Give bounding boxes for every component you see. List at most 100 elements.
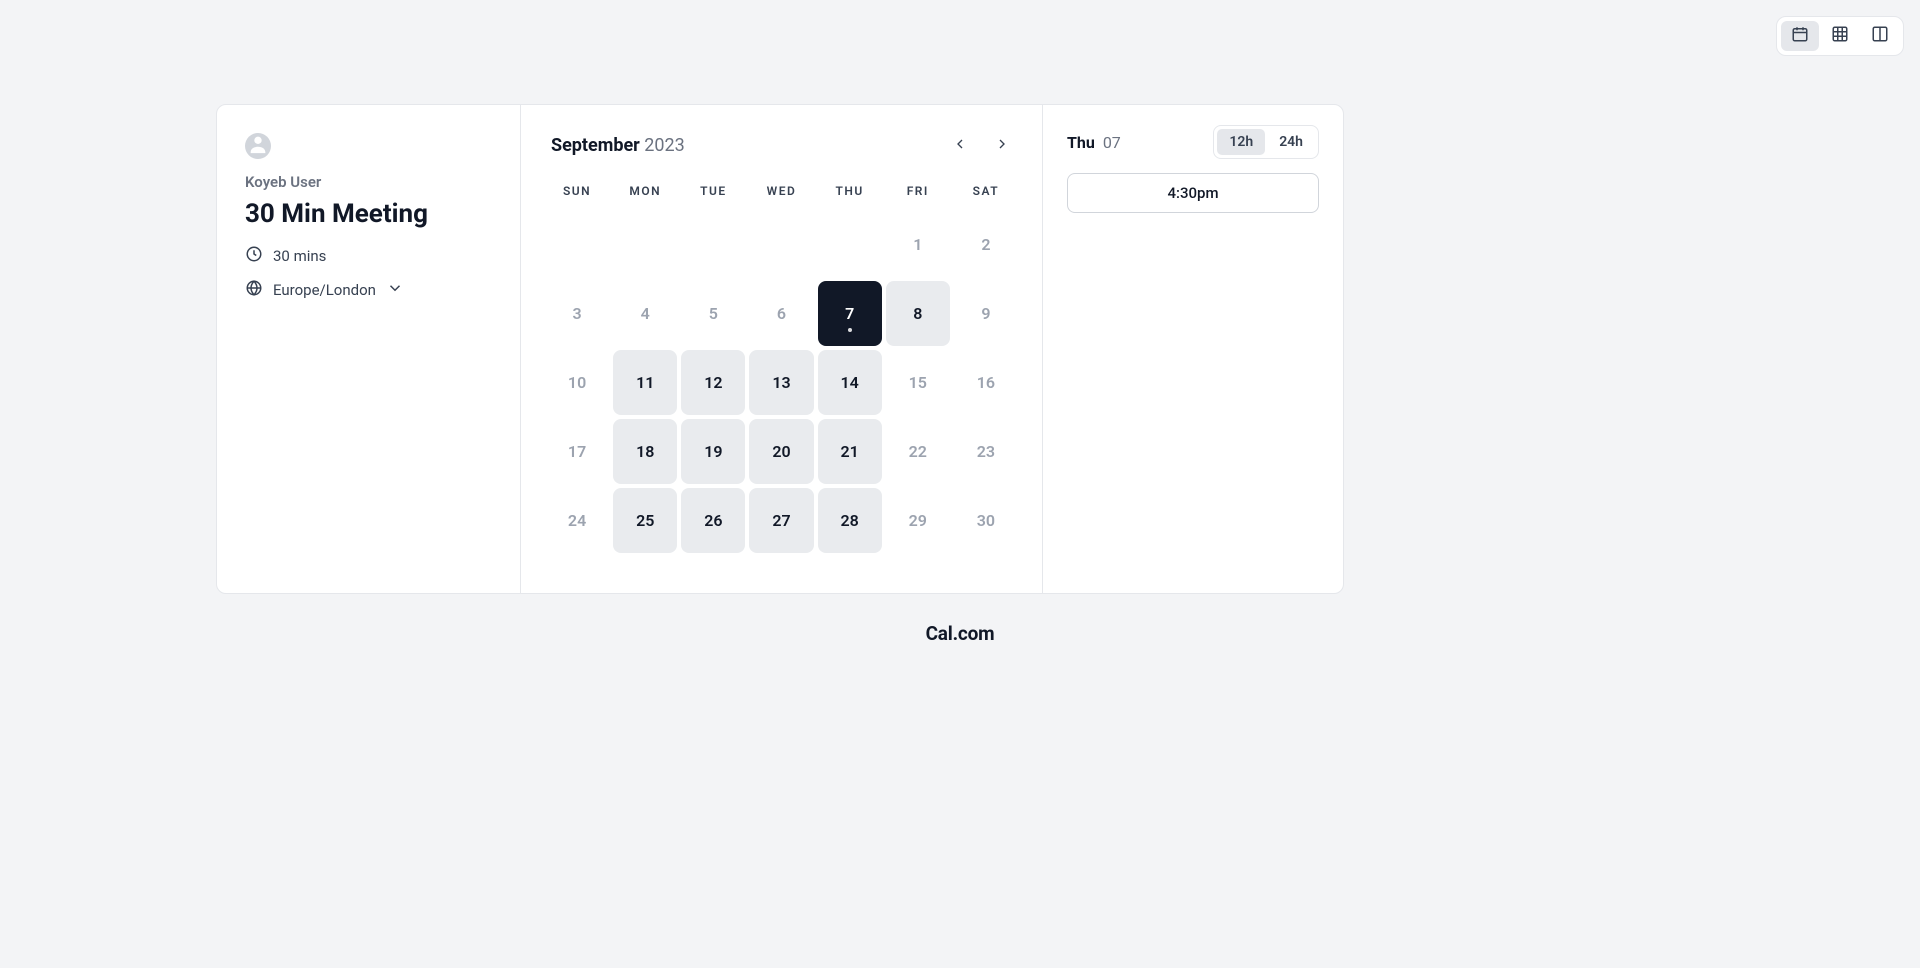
calendar-day-label: 14 — [840, 373, 858, 392]
columns-icon — [1871, 25, 1889, 47]
month-title: September 2023 — [551, 135, 685, 156]
calendar-day-label: 18 — [636, 442, 654, 461]
view-toggle-grid[interactable] — [1821, 21, 1859, 51]
calendar-day: 30 — [954, 488, 1018, 553]
calendar-day[interactable]: 8 — [886, 281, 950, 346]
calendar-day[interactable]: 18 — [613, 419, 677, 484]
timezone-select[interactable]: Europe/London — [245, 279, 492, 301]
calendar-day[interactable]: 7 — [818, 281, 882, 346]
selected-day-short: Thu — [1067, 133, 1095, 152]
calendar-day: 5 — [681, 281, 745, 346]
calendar-day-label: 16 — [977, 373, 995, 392]
chevron-right-icon — [994, 136, 1010, 156]
calendar-icon — [1791, 25, 1809, 47]
calendar-day: 4 — [613, 281, 677, 346]
timeslots-panel: Thu 07 12h24h 4:30pm — [1043, 105, 1343, 593]
calendar-panel: September 2023 SUNMONTUEWEDTHUFRISAT 123… — [521, 105, 1043, 593]
calendar-day: 9 — [954, 281, 1018, 346]
calendar-day-label: 15 — [909, 373, 927, 392]
hour-format-12h[interactable]: 12h — [1217, 129, 1265, 155]
calendar-day[interactable]: 11 — [613, 350, 677, 415]
calendar-day-label: 19 — [704, 442, 722, 461]
calendar-day: 17 — [545, 419, 609, 484]
dow-label: FRI — [886, 176, 950, 212]
dow-label: MON — [613, 176, 677, 212]
calendar-day-label: 20 — [772, 442, 790, 461]
calendar-day-label: 5 — [709, 304, 718, 323]
calendar-day[interactable]: 27 — [749, 488, 813, 553]
calendar-day[interactable]: 26 — [681, 488, 745, 553]
calendar-day-label: 28 — [840, 511, 858, 530]
booking-card: Koyeb User 30 Min Meeting 30 mins Europe… — [216, 104, 1344, 594]
calendar-day: 6 — [749, 281, 813, 346]
calendar-day: 10 — [545, 350, 609, 415]
calendar-day-label: 17 — [568, 442, 586, 461]
calendar-day-label: 1 — [913, 235, 922, 254]
dow-label: THU — [818, 176, 882, 212]
selected-date: Thu 07 — [1067, 133, 1121, 152]
calendar-day-label: 12 — [704, 373, 722, 392]
calendar-day-label: 13 — [772, 373, 790, 392]
duration-text: 30 mins — [273, 247, 326, 265]
calendar-day-label: 10 — [568, 373, 586, 392]
brand-footer: Cal.com — [0, 622, 1920, 645]
calendar-day[interactable]: 14 — [818, 350, 882, 415]
calendar-day[interactable]: 19 — [681, 419, 745, 484]
today-indicator — [848, 328, 852, 332]
calendar-day: 16 — [954, 350, 1018, 415]
calendar-day-label: 24 — [568, 511, 586, 530]
globe-icon — [245, 279, 263, 301]
host-name: Koyeb User — [245, 173, 492, 191]
calendar-day: 2 — [954, 212, 1018, 277]
calendar-day: 15 — [886, 350, 950, 415]
grid-icon — [1831, 25, 1849, 47]
chevron-left-icon — [952, 136, 968, 156]
calendar-day-label: 29 — [909, 511, 927, 530]
calendar-day: 23 — [954, 419, 1018, 484]
dow-label: TUE — [681, 176, 745, 212]
calendar-day: 1 — [886, 212, 950, 277]
timeslots-header: Thu 07 12h24h — [1067, 125, 1319, 159]
view-toggle-calendar[interactable] — [1781, 21, 1819, 51]
hour-format-toggle: 12h24h — [1213, 125, 1319, 159]
calendar-day-label: 27 — [772, 511, 790, 530]
calendar-day-label: 7 — [845, 304, 854, 323]
month-nav — [950, 136, 1012, 156]
calendar-day-label: 9 — [981, 304, 990, 323]
calendar-day[interactable]: 21 — [818, 419, 882, 484]
calendar-day-label: 8 — [913, 304, 922, 323]
calendar-day-label: 25 — [636, 511, 654, 530]
calendar-day-label: 6 — [777, 304, 786, 323]
month-year: 2023 — [644, 135, 684, 156]
calendar-day: 22 — [886, 419, 950, 484]
view-toggle-columns[interactable] — [1861, 21, 1899, 51]
calendar-day-label: 21 — [840, 442, 858, 461]
dow-row: SUNMONTUEWEDTHUFRISAT — [545, 176, 1018, 212]
prev-month-button[interactable] — [950, 136, 970, 156]
dow-label: WED — [749, 176, 813, 212]
selected-day-num: 07 — [1103, 133, 1121, 152]
next-month-button[interactable] — [992, 136, 1012, 156]
calendar-day-label: 30 — [977, 511, 995, 530]
calendar-day[interactable]: 12 — [681, 350, 745, 415]
calendar-day[interactable]: 25 — [613, 488, 677, 553]
calendar-day[interactable]: 20 — [749, 419, 813, 484]
calendar-day[interactable]: 13 — [749, 350, 813, 415]
duration-row: 30 mins — [245, 245, 492, 267]
host-avatar — [245, 133, 271, 159]
month-name: September — [551, 135, 640, 156]
calendar-day: 24 — [545, 488, 609, 553]
calendar-day: 3 — [545, 281, 609, 346]
event-title: 30 Min Meeting — [245, 199, 492, 229]
chevron-down-icon — [386, 279, 404, 301]
timeslot[interactable]: 4:30pm — [1067, 173, 1319, 213]
month-header: September 2023 — [545, 129, 1018, 168]
calendar-day[interactable]: 28 — [818, 488, 882, 553]
event-details-panel: Koyeb User 30 Min Meeting 30 mins Europe… — [217, 105, 521, 593]
clock-icon — [245, 245, 263, 267]
calendar-day-label: 3 — [573, 304, 582, 323]
user-icon — [247, 133, 269, 159]
dow-label: SUN — [545, 176, 609, 212]
hour-format-24h[interactable]: 24h — [1267, 129, 1315, 155]
view-toggle — [1776, 16, 1904, 56]
